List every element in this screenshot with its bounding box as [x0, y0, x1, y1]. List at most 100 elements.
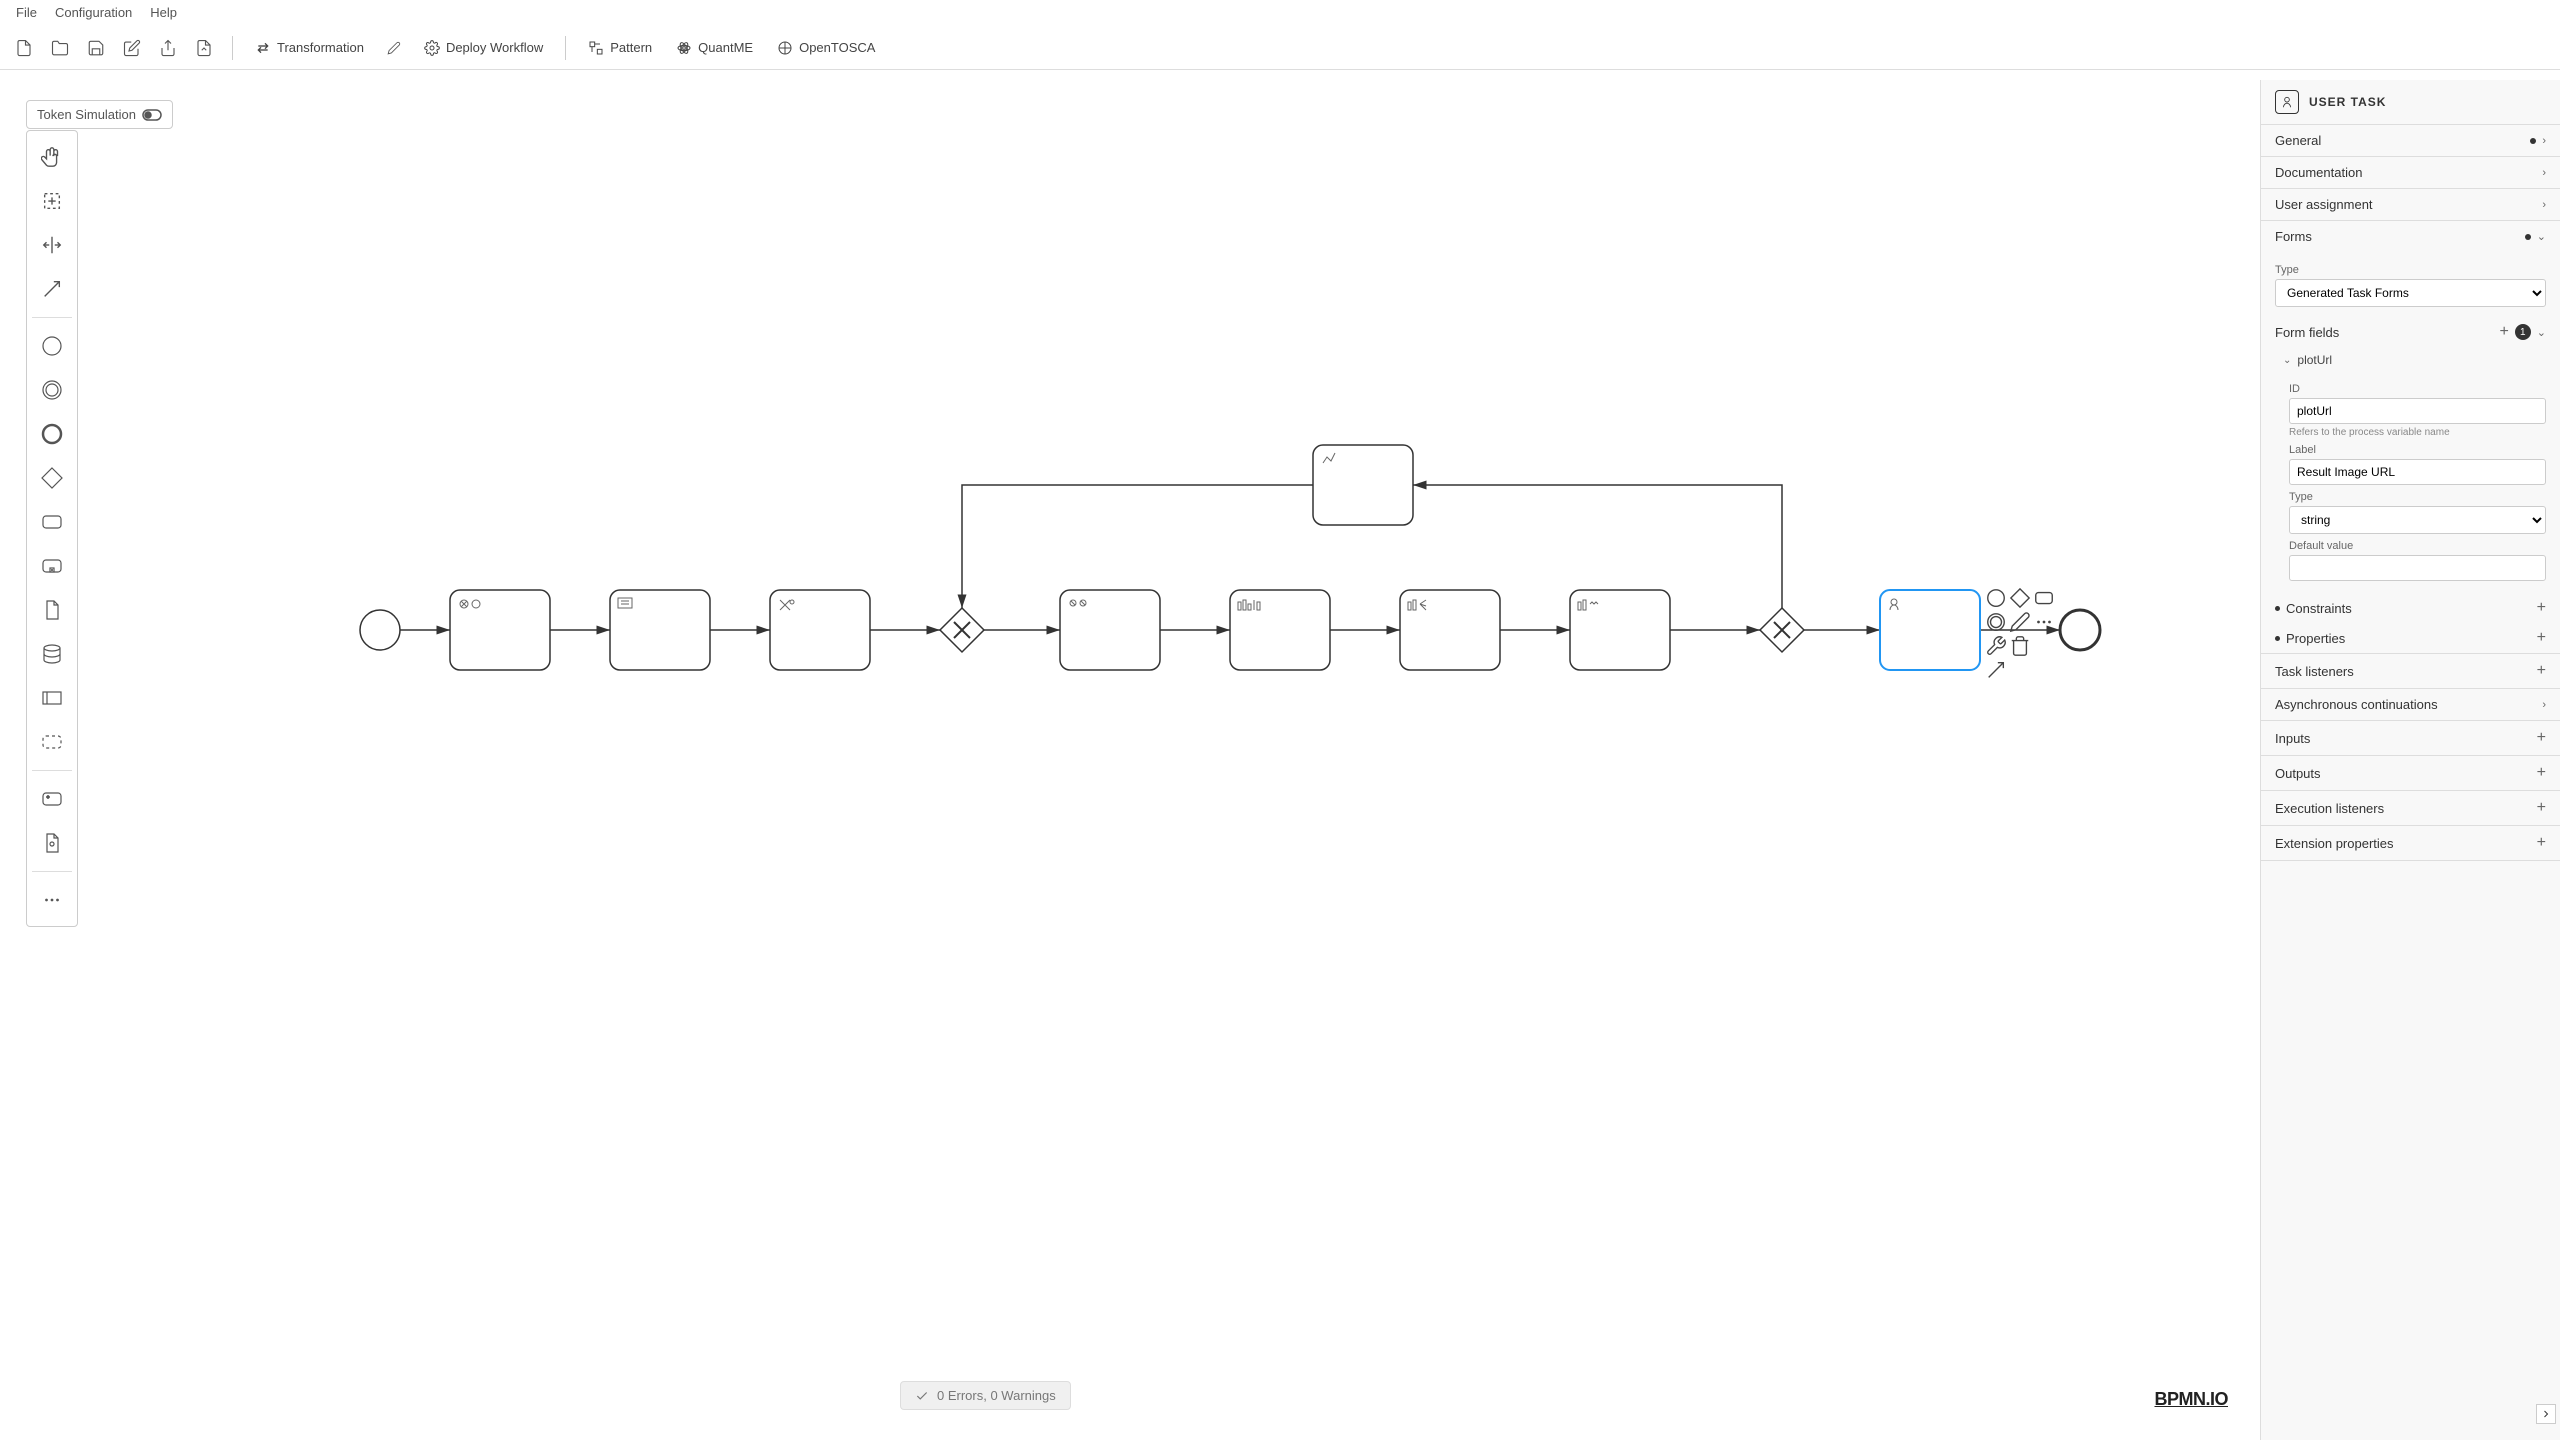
- quantme-label: QuantME: [698, 40, 753, 55]
- start-event[interactable]: [360, 610, 400, 650]
- task-3[interactable]: [770, 590, 870, 670]
- group-user-assignment[interactable]: User assignment ›: [2261, 189, 2560, 221]
- annotation[interactable]: [2009, 611, 2031, 633]
- task-2[interactable]: [610, 590, 710, 670]
- new-file-button[interactable]: [10, 34, 38, 62]
- group-exec-listeners[interactable]: Execution listeners +: [2261, 791, 2560, 826]
- ext-props-label: Extension properties: [2275, 836, 2394, 851]
- constraints-section[interactable]: Constraints +: [2261, 593, 2560, 623]
- properties-header: USER TASK: [2261, 80, 2560, 125]
- toolbar: Transformation Deploy Workflow Pattern Q…: [0, 26, 2560, 70]
- transformation-label: Transformation: [277, 40, 364, 55]
- menu-file[interactable]: File: [8, 1, 45, 24]
- export-button[interactable]: [190, 34, 218, 62]
- end-event[interactable]: [2060, 610, 2100, 650]
- canvas[interactable]: [0, 70, 2260, 1440]
- connect[interactable]: [1985, 659, 2007, 681]
- constraints-label: Constraints: [2286, 601, 2352, 616]
- field-type-select[interactable]: string: [2289, 506, 2546, 534]
- task-4[interactable]: [1060, 590, 1160, 670]
- append-task[interactable]: [2033, 587, 2055, 609]
- chevron-right-icon: ›: [2542, 199, 2546, 211]
- pattern-icon: [588, 40, 604, 56]
- form-fields-count: 1: [2515, 324, 2531, 340]
- group-ext-props[interactable]: Extension properties +: [2261, 826, 2560, 861]
- task-1[interactable]: [450, 590, 550, 670]
- add-task-listener[interactable]: +: [2537, 662, 2546, 680]
- forms-label: Forms: [2275, 229, 2312, 244]
- indicator-dot: [2275, 636, 2280, 641]
- add-exec-listener[interactable]: +: [2537, 799, 2546, 817]
- group-forms: Forms ⌄ Type Generated Task Forms Form f…: [2261, 221, 2560, 654]
- default-label: Default value: [2289, 540, 2546, 552]
- forms-header[interactable]: Forms ⌄: [2261, 221, 2560, 252]
- opentosca-icon: [777, 40, 793, 56]
- label-input[interactable]: [2289, 459, 2546, 485]
- upload-button[interactable]: [154, 34, 182, 62]
- chevron-right-icon: ›: [2542, 135, 2546, 147]
- chevron-down-icon: ⌄: [2537, 326, 2546, 339]
- save-button[interactable]: [82, 34, 110, 62]
- append-gateway[interactable]: [2009, 587, 2031, 609]
- form-fields-header[interactable]: Form fields + 1 ⌄: [2261, 319, 2560, 349]
- selected-user-task[interactable]: [1880, 590, 1980, 670]
- opentosca-button[interactable]: OpenTOSCA: [769, 36, 883, 60]
- task-5[interactable]: [1230, 590, 1330, 670]
- task-6[interactable]: [1400, 590, 1500, 670]
- group-inputs[interactable]: Inputs +: [2261, 721, 2560, 756]
- id-hint: Refers to the process variable name: [2289, 427, 2546, 438]
- add-input[interactable]: +: [2537, 729, 2546, 747]
- delete[interactable]: [2009, 635, 2031, 657]
- check-icon: [915, 1389, 929, 1403]
- indicator-dot: [2530, 138, 2536, 144]
- user-task-icon: [2275, 90, 2299, 114]
- edit-button[interactable]: [118, 34, 146, 62]
- group-general[interactable]: General ›: [2261, 125, 2560, 157]
- opentosca-label: OpenTOSCA: [799, 40, 875, 55]
- transformation-config-button[interactable]: [380, 34, 408, 62]
- deploy-workflow-button[interactable]: Deploy Workflow: [416, 36, 551, 60]
- label-label: Label: [2289, 444, 2546, 456]
- bpmn-logo[interactable]: BPMN.IO: [2154, 1389, 2228, 1410]
- append-intermediate[interactable]: [1985, 611, 2007, 633]
- change-type[interactable]: [1985, 635, 2007, 657]
- loop-task[interactable]: [1313, 445, 1413, 525]
- add-property[interactable]: +: [2537, 629, 2546, 647]
- group-outputs[interactable]: Outputs +: [2261, 756, 2560, 791]
- chevron-right-icon: ›: [2542, 699, 2546, 711]
- add-constraint[interactable]: +: [2537, 599, 2546, 617]
- inputs-label: Inputs: [2275, 731, 2310, 746]
- forms-type-select[interactable]: Generated Task Forms: [2275, 279, 2546, 307]
- menu-help[interactable]: Help: [142, 1, 185, 24]
- add-ext-prop[interactable]: +: [2537, 834, 2546, 852]
- pattern-button[interactable]: Pattern: [580, 36, 660, 60]
- id-input[interactable]: [2289, 398, 2546, 424]
- indicator-dot: [2525, 234, 2531, 240]
- add-output[interactable]: +: [2537, 764, 2546, 782]
- group-async[interactable]: Asynchronous continuations ›: [2261, 689, 2560, 721]
- field-properties-section[interactable]: Properties +: [2261, 623, 2560, 653]
- outputs-label: Outputs: [2275, 766, 2321, 781]
- open-file-button[interactable]: [46, 34, 74, 62]
- task-7[interactable]: [1570, 590, 1670, 670]
- properties-title: USER TASK: [2309, 95, 2386, 109]
- quantme-icon: [676, 40, 692, 56]
- field-type-label: Type: [2289, 491, 2546, 503]
- panel-collapse-handle[interactable]: [2536, 1404, 2556, 1424]
- append-event[interactable]: [1985, 587, 2007, 609]
- transformation-button[interactable]: Transformation: [247, 36, 372, 60]
- status-bar[interactable]: 0 Errors, 0 Warnings: [900, 1381, 1071, 1410]
- menu-configuration[interactable]: Configuration: [47, 1, 140, 24]
- form-fields-label: Form fields: [2275, 325, 2339, 340]
- add-form-field[interactable]: +: [2499, 323, 2508, 341]
- group-documentation[interactable]: Documentation ›: [2261, 157, 2560, 189]
- group-task-listeners[interactable]: Task listeners +: [2261, 654, 2560, 689]
- async-label: Asynchronous continuations: [2275, 697, 2438, 712]
- field-name: plotUrl: [2297, 353, 2332, 367]
- default-input[interactable]: [2289, 555, 2546, 581]
- form-field-item[interactable]: ⌄ plotUrl: [2261, 349, 2560, 371]
- more-actions[interactable]: [2033, 611, 2055, 633]
- general-label: General: [2275, 133, 2321, 148]
- field-props-label: Properties: [2286, 631, 2345, 646]
- quantme-button[interactable]: QuantME: [668, 36, 761, 60]
